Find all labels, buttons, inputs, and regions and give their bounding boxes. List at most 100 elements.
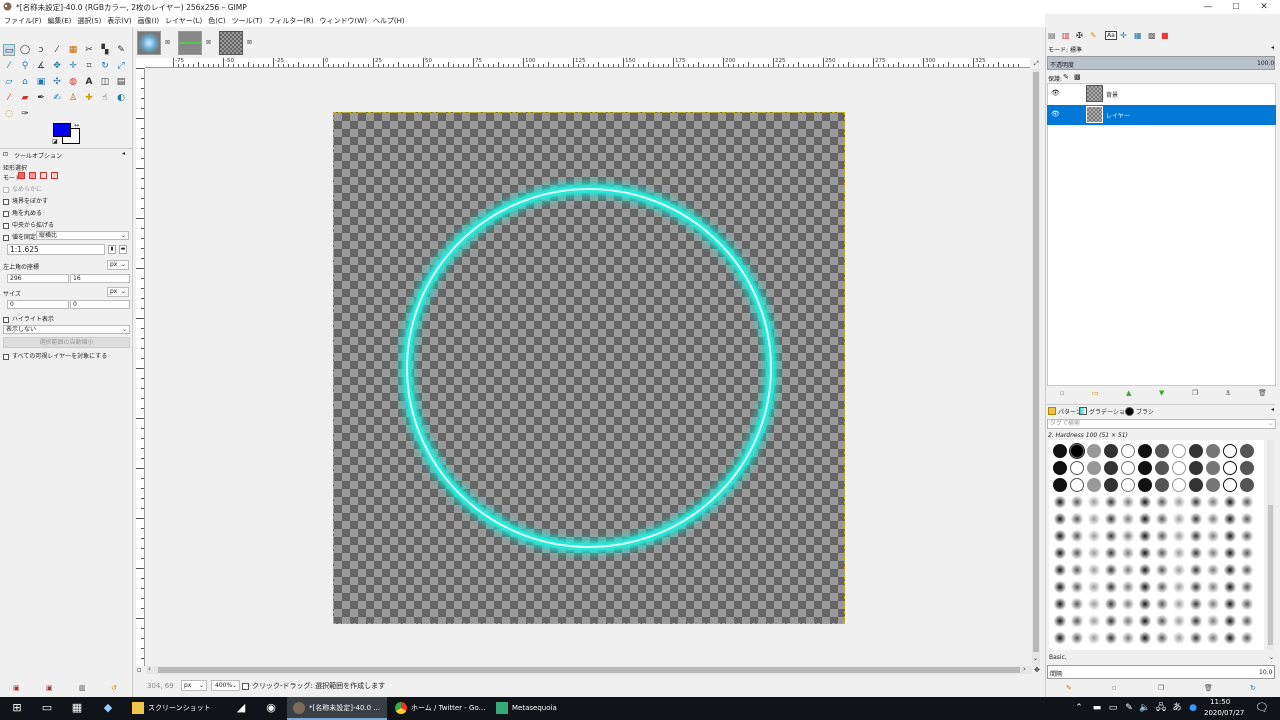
brush-thumbnail[interactable] [1138,563,1152,577]
maximize-button[interactable]: ☐ [1222,0,1250,14]
show-hidden-icons-icon[interactable]: ⌃ [1072,701,1086,715]
brush-thumbnail[interactable] [1070,631,1084,645]
foreground-select-tool-icon[interactable]: ▚ [99,44,111,56]
image-tab-3[interactable] [219,31,243,55]
windows-start-icon[interactable]: ⊞ [10,701,24,715]
layer-row-background[interactable]: 👁 背景 [1047,84,1276,104]
new-layer-icon[interactable]: ▫ [1060,389,1065,397]
fonts-tab-icon[interactable]: Aa [1105,31,1117,40]
brush-thumbnail[interactable] [1240,461,1254,475]
landscape-icon[interactable]: ▬ [119,245,127,254]
brush-thumbnail[interactable] [1206,461,1220,475]
airbrush-tool-icon[interactable]: ✒ [35,92,47,104]
brush-thumbnail[interactable] [1240,631,1254,645]
layer-row-layer[interactable]: 👁 レイヤー [1047,105,1276,125]
brush-thumbnail[interactable] [1206,444,1220,458]
brush-thumbnail[interactable] [1087,461,1101,475]
brush-thumbnail[interactable] [1172,461,1186,475]
brush-thumbnail[interactable] [1155,563,1169,577]
brush-thumbnail[interactable] [1053,563,1067,577]
brush-thumbnail[interactable] [1104,512,1118,526]
brush-thumbnail[interactable] [1121,495,1135,509]
brush-thumbnail[interactable] [1070,461,1084,475]
menu-select[interactable]: 選択(S) [77,16,101,26]
brush-thumbnail[interactable] [1155,512,1169,526]
brush-thumbnail[interactable] [1087,580,1101,594]
brush-thumbnail[interactable] [1104,478,1118,492]
reset-options-icon[interactable]: ↺ [111,684,117,692]
brush-menu-icon[interactable]: ◂ [1271,406,1274,413]
brush-thumbnail[interactable] [1240,512,1254,526]
calculator-icon[interactable]: ▦ [70,701,84,715]
lower-layer-icon[interactable]: ▼ [1159,389,1164,397]
brush-thumbnail[interactable] [1240,597,1254,611]
brush-thumbnail[interactable] [1206,546,1220,560]
ime-icon[interactable]: あ [1170,701,1184,715]
brush-thumbnail[interactable] [1172,614,1186,628]
brush-thumbnail[interactable] [1155,546,1169,560]
brush-thumbnail[interactable] [1172,546,1186,560]
brush-thumbnail[interactable] [1121,597,1135,611]
brush-thumbnail[interactable] [1138,444,1152,458]
channels-tab-icon[interactable]: ▥ [1062,31,1070,40]
brush-thumbnail[interactable] [1189,461,1203,475]
taskbar-item-gimp[interactable]: *[名称未設定]-40.0 ... [287,697,387,720]
brush-thumbnail[interactable] [1138,495,1152,509]
anchor-layer-icon[interactable]: ⚓ [1225,389,1231,397]
brush-scroll-thumb[interactable] [1268,505,1273,645]
brush-thumbnail[interactable] [1104,444,1118,458]
position-y-field[interactable]: 16 [70,274,130,283]
brush-thumbnail[interactable] [1121,444,1135,458]
scroll-down-icon[interactable]: ⌄ [1033,655,1038,662]
brush-thumbnail[interactable] [1240,529,1254,543]
new-group-icon[interactable]: ▭ [1092,389,1099,397]
lock-alpha-icon[interactable]: ▩ [1074,73,1081,81]
foreground-color-swatch[interactable] [53,123,71,137]
portrait-icon[interactable]: ▮ [108,245,116,254]
new-brush-icon[interactable]: ▫ [1112,684,1117,692]
text-tool-icon[interactable]: A [83,76,95,88]
brush-thumbnail[interactable] [1189,512,1203,526]
brush-thumbnail[interactable] [1223,512,1237,526]
brush-thumbnail[interactable] [1223,597,1237,611]
app-icon[interactable]: ◉ [264,701,278,715]
brush-thumbnail[interactable] [1138,461,1152,475]
brush-thumbnail[interactable] [1070,563,1084,577]
brush-thumbnail[interactable] [1087,546,1101,560]
color-picker-tool-icon[interactable]: ⁄ [3,60,15,72]
free-select-tool-icon[interactable]: ↄ [35,44,47,56]
brush-thumbnail[interactable] [1172,580,1186,594]
smudge-tool-icon[interactable]: ☝ [99,92,111,104]
brush-thumbnail[interactable] [1240,563,1254,577]
brush-thumbnail[interactable] [1104,529,1118,543]
taskbar-item-chrome[interactable]: ホーム / Twitter - Go... [389,697,489,720]
size-h-field[interactable]: 0 [70,300,130,309]
brush-thumbnail[interactable] [1070,512,1084,526]
taskbar-item-screenshots[interactable]: スクリーンショット [126,697,226,720]
ellipse-select-tool-icon[interactable]: ◯ [19,44,31,56]
brush-thumbnail[interactable] [1053,478,1067,492]
brush-thumbnail[interactable] [1104,563,1118,577]
size-w-field[interactable]: 0 [7,300,69,309]
brush-thumbnail[interactable] [1087,563,1101,577]
brush-thumbnail[interactable] [1155,631,1169,645]
brush-thumbnail[interactable] [1087,529,1101,543]
fixed-option[interactable]: 値を固定 [3,232,36,241]
brush-thumbnail[interactable] [1155,478,1169,492]
select-by-color-tool-icon[interactable]: ▦ [67,44,79,56]
close-icon[interactable]: ⊠ [247,39,252,46]
brush-preset-row[interactable]: Basic, ⌄ [1047,653,1276,663]
mode-subtract-button[interactable] [40,172,47,179]
brush-thumbnail[interactable] [1172,529,1186,543]
expand-from-center-option[interactable]: 中央から拡げる [3,220,54,229]
brush-thumbnail[interactable] [1206,631,1220,645]
tray-app2-icon[interactable]: ▭ [1106,701,1120,715]
image-tab-2[interactable] [178,31,202,55]
brush-thumbnail[interactable] [1053,512,1067,526]
brush-thumbnail[interactable] [1053,631,1067,645]
shear-tool-icon[interactable]: ▱ [3,76,15,88]
ratio-field[interactable]: 1:1.625 [7,244,105,255]
guides-dropdown[interactable]: 表示しない ⌄ [3,325,130,334]
auto-shrink-button[interactable]: 選択範囲の自動縮小 [3,337,130,348]
brush-thumbnail[interactable] [1206,597,1220,611]
